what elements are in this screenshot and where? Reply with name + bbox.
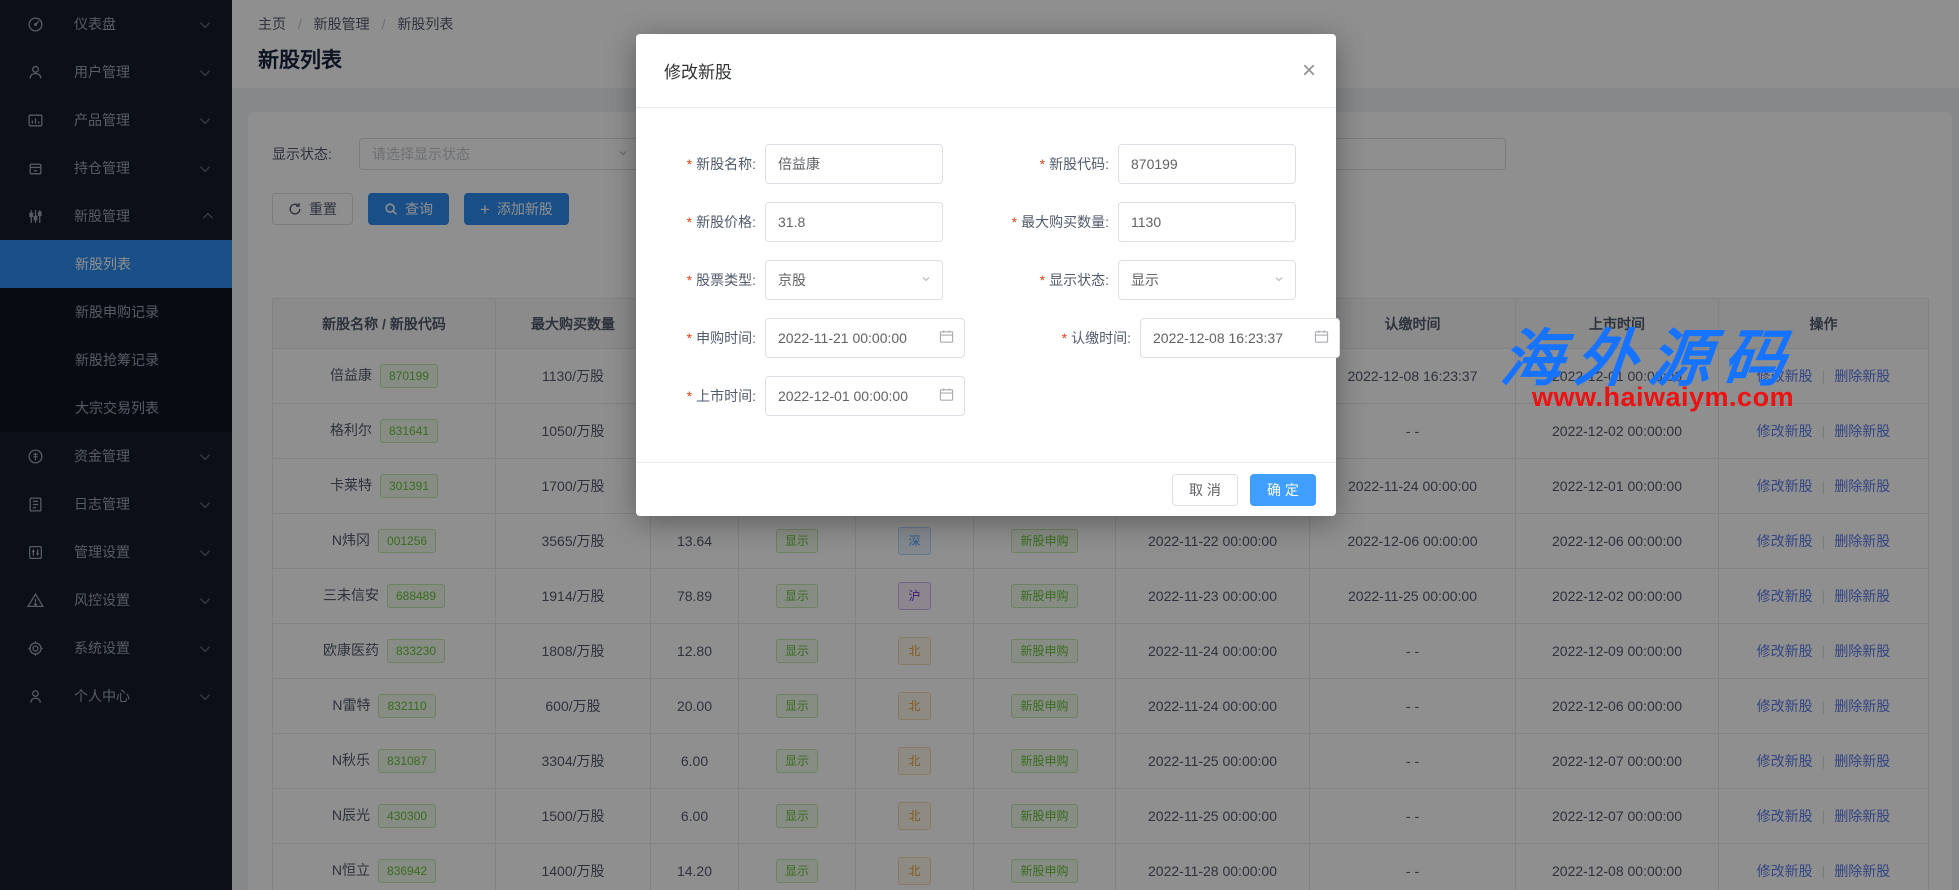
modal-form-row: *新股名称:倍益康*新股代码:870199 (636, 144, 1336, 184)
required-asterisk: * (1062, 330, 1067, 346)
chevron-down-icon (1273, 272, 1285, 288)
form-field-股票类型: *股票类型:京股 (636, 260, 943, 300)
required-asterisk: * (687, 272, 692, 288)
field-label: *申购时间: (636, 328, 765, 348)
认缴时间-date-input[interactable]: 2022-12-08 16:23:37 (1140, 318, 1340, 358)
required-asterisk: * (687, 388, 692, 404)
required-asterisk: * (687, 156, 692, 172)
form-field-申购时间: *申购时间:2022-11-21 00:00:00 (636, 318, 965, 358)
calendar-icon (1314, 329, 1329, 347)
form-field-上市时间: *上市时间:2022-12-01 00:00:00 (636, 376, 965, 416)
form-field-新股价格: *新股价格:31.8 (636, 202, 943, 242)
modal-body: *新股名称:倍益康*新股代码:870199*新股价格:31.8*最大购买数量:1… (636, 108, 1336, 416)
required-asterisk: * (687, 330, 692, 346)
modal-header: 修改新股 × (636, 34, 1336, 108)
form-field-最大购买数量: *最大购买数量:1130 (943, 202, 1296, 242)
field-label: *股票类型: (636, 270, 765, 290)
field-label: *上市时间: (636, 386, 765, 406)
新股名称-input[interactable]: 倍益康 (765, 144, 943, 184)
required-asterisk: * (1040, 156, 1045, 172)
confirm-button[interactable]: 确 定 (1250, 474, 1316, 506)
field-label: *新股代码: (943, 154, 1118, 174)
field-label: *新股价格: (636, 212, 765, 232)
calendar-icon (939, 329, 954, 347)
cancel-button[interactable]: 取 消 (1172, 474, 1238, 506)
股票类型-select[interactable]: 京股 (765, 260, 943, 300)
modal-form-row: *申购时间:2022-11-21 00:00:00*认缴时间:2022-12-0… (636, 318, 1336, 358)
新股价格-input[interactable]: 31.8 (765, 202, 943, 242)
required-asterisk: * (1040, 272, 1045, 288)
最大购买数量-input[interactable]: 1130 (1118, 202, 1296, 242)
close-icon[interactable]: × (1302, 59, 1316, 83)
form-field-认缴时间: *认缴时间:2022-12-08 16:23:37 (965, 318, 1340, 358)
field-label: *最大购买数量: (943, 212, 1118, 232)
field-label: *新股名称: (636, 154, 765, 174)
form-field-新股名称: *新股名称:倍益康 (636, 144, 943, 184)
form-field-新股代码: *新股代码:870199 (943, 144, 1296, 184)
form-field-显示状态: *显示状态:显示 (943, 260, 1296, 300)
field-label: *显示状态: (943, 270, 1118, 290)
modal-form-row: *股票类型:京股*显示状态:显示 (636, 260, 1336, 300)
calendar-icon (939, 387, 954, 405)
显示状态-select[interactable]: 显示 (1118, 260, 1296, 300)
modal-footer: 取 消 确 定 (636, 462, 1336, 516)
required-asterisk: * (1012, 214, 1017, 230)
field-label: *认缴时间: (965, 328, 1140, 348)
新股代码-input[interactable]: 870199 (1118, 144, 1296, 184)
上市时间-date-input[interactable]: 2022-12-01 00:00:00 (765, 376, 965, 416)
modal-form-row: *新股价格:31.8*最大购买数量:1130 (636, 202, 1336, 242)
edit-stock-modal: 修改新股 × *新股名称:倍益康*新股代码:870199*新股价格:31.8*最… (636, 34, 1336, 516)
required-asterisk: * (687, 214, 692, 230)
chevron-down-icon (920, 272, 932, 288)
申购时间-date-input[interactable]: 2022-11-21 00:00:00 (765, 318, 965, 358)
modal-title: 修改新股 (664, 58, 1302, 83)
modal-form-row: *上市时间:2022-12-01 00:00:00 (636, 376, 1336, 416)
